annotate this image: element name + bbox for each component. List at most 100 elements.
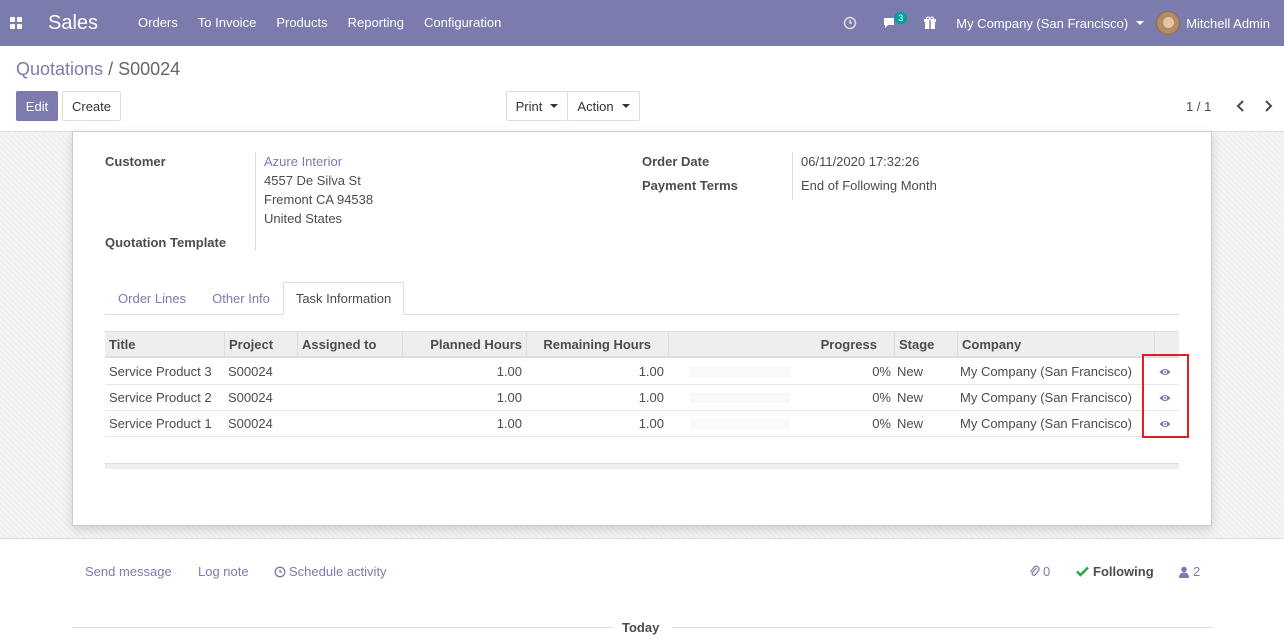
cell-planned-hours: 1.00 [496, 364, 522, 379]
send-message-button[interactable]: Send message [85, 564, 172, 579]
column-progress[interactable]: Progress [668, 332, 894, 357]
cell-remaining-hours: 1.00 [638, 390, 664, 405]
cell-stage: New [897, 390, 924, 405]
payment-terms-label: Payment Terms [642, 178, 738, 193]
progress-bar [690, 419, 790, 429]
cell-company: My Company (San Francisco) [960, 390, 1132, 405]
cell-company: My Company (San Francisco) [960, 416, 1132, 431]
company-name: My Company (San Francisco) [956, 15, 1129, 31]
paperclip-icon [1030, 565, 1040, 576]
cell-progress: 0% [872, 390, 891, 405]
divider [672, 627, 1212, 628]
following-button[interactable]: Following [1076, 564, 1154, 579]
order-date-label: Order Date [642, 154, 710, 169]
highlight-box [1142, 354, 1189, 438]
customer-address-line1: 4557 De Silva St [264, 173, 361, 188]
column-assigned-to[interactable]: Assigned to [297, 332, 402, 357]
column-project[interactable]: Project [224, 332, 297, 357]
pager-value[interactable]: 1 / 1 [1186, 99, 1211, 114]
chevron-right-icon[interactable] [1258, 95, 1278, 117]
breadcrumb-quotations[interactable]: Quotations [16, 59, 103, 79]
cell-assigned-to [301, 359, 402, 385]
tab-other-info[interactable]: Other Info [199, 282, 283, 315]
cell-assigned-to [301, 411, 402, 437]
table-footer [105, 463, 1179, 469]
following-label: Following [1093, 564, 1154, 579]
chevron-down-icon [550, 104, 559, 108]
cell-title: Service Product 1 [109, 416, 212, 431]
edit-button[interactable]: Edit [16, 91, 58, 121]
attachments-button[interactable]: 0 [1029, 564, 1050, 579]
customer-address-line3: United States [264, 211, 343, 226]
messages-badge: 3 [894, 12, 908, 24]
gift-icon[interactable] [910, 0, 950, 46]
create-button[interactable]: Create [62, 91, 121, 121]
column-remaining-hours[interactable]: Remaining Hours [526, 332, 668, 357]
chevron-down-icon [621, 104, 630, 108]
company-switcher[interactable]: My Company (San Francisco) [950, 16, 1156, 31]
table-row[interactable]: Service Product 1 S00024 1.00 1.00 0% New My C… [105, 411, 1179, 437]
attachments-count: 0 [1043, 564, 1051, 579]
clock-icon [274, 566, 286, 577]
field-divider [255, 152, 256, 251]
column-planned-hours[interactable]: Planned Hours [402, 332, 526, 357]
field-divider [792, 152, 793, 200]
followers-count: 2 [1193, 564, 1201, 579]
cell-company: My Company (San Francisco) [960, 364, 1132, 379]
cell-remaining-hours: 1.00 [638, 416, 664, 431]
menu-orders[interactable]: Orders [128, 0, 188, 46]
table-row[interactable]: Service Product 2 S00024 1.00 1.00 0% New My C… [105, 385, 1179, 411]
cell-project: S00024 [228, 364, 273, 379]
cell-stage: New [897, 416, 924, 431]
customer-label: Customer [105, 154, 166, 169]
progress-bar [690, 367, 790, 377]
print-button[interactable]: Print [506, 91, 568, 121]
schedule-activity-label: Schedule activity [289, 564, 387, 579]
column-company[interactable]: Company [957, 332, 1154, 357]
action-button[interactable]: Action [567, 91, 640, 121]
cell-project: S00024 [228, 390, 273, 405]
breadcrumb: Quotations / S00024 [16, 59, 180, 80]
print-label: Print [515, 98, 543, 114]
avatar [1156, 11, 1181, 35]
messages-icon[interactable]: 3 [870, 0, 910, 46]
chevron-down-icon [1136, 21, 1145, 25]
breadcrumb-current: S00024 [118, 59, 181, 79]
cell-progress: 0% [872, 364, 891, 379]
menu-products[interactable]: Products [266, 0, 337, 46]
cell-project: S00024 [228, 416, 273, 431]
activity-clock-icon[interactable] [830, 0, 870, 46]
tab-order-lines[interactable]: Order Lines [105, 282, 199, 315]
order-date-value: 06/11/2020 17:32:26 [801, 154, 920, 169]
cell-title: Service Product 2 [109, 390, 212, 405]
table-row[interactable]: Service Product 3 S00024 1.00 1.00 0% New My C… [105, 359, 1179, 385]
cell-assigned-to [301, 385, 402, 411]
menu-to-invoice[interactable]: To Invoice [188, 0, 267, 46]
customer-address-line2: Fremont CA 94538 [264, 192, 374, 207]
cell-remaining-hours: 1.00 [638, 364, 664, 379]
chevron-left-icon[interactable] [1230, 95, 1250, 117]
divider [72, 627, 612, 628]
action-label: Action [577, 98, 614, 114]
log-note-button[interactable]: Log note [198, 564, 249, 579]
user-menu[interactable]: Mitchell Admin [1156, 11, 1284, 35]
payment-terms-value: End of Following Month [801, 178, 937, 193]
column-title[interactable]: Title [105, 332, 224, 357]
schedule-activity-button[interactable]: Schedule activity [274, 564, 387, 579]
progress-bar [690, 393, 790, 403]
app-name[interactable]: Sales [48, 12, 98, 35]
user-name: Mitchell Admin [1186, 15, 1270, 31]
menu-configuration[interactable]: Configuration [414, 0, 511, 46]
tab-task-information[interactable]: Task Information [283, 282, 404, 315]
menu-reporting[interactable]: Reporting [338, 0, 414, 46]
apps-menu-icon[interactable] [0, 0, 32, 46]
user-icon [1179, 566, 1189, 578]
followers-button[interactable]: 2 [1179, 564, 1200, 579]
customer-name-link[interactable]: Azure Interior [264, 154, 342, 169]
quotation-template-label: Quotation Template [105, 235, 227, 250]
check-icon [1076, 566, 1089, 577]
column-stage[interactable]: Stage [894, 332, 957, 357]
cell-planned-hours: 1.00 [496, 390, 522, 405]
cell-planned-hours: 1.00 [496, 416, 522, 431]
cell-stage: New [897, 364, 924, 379]
